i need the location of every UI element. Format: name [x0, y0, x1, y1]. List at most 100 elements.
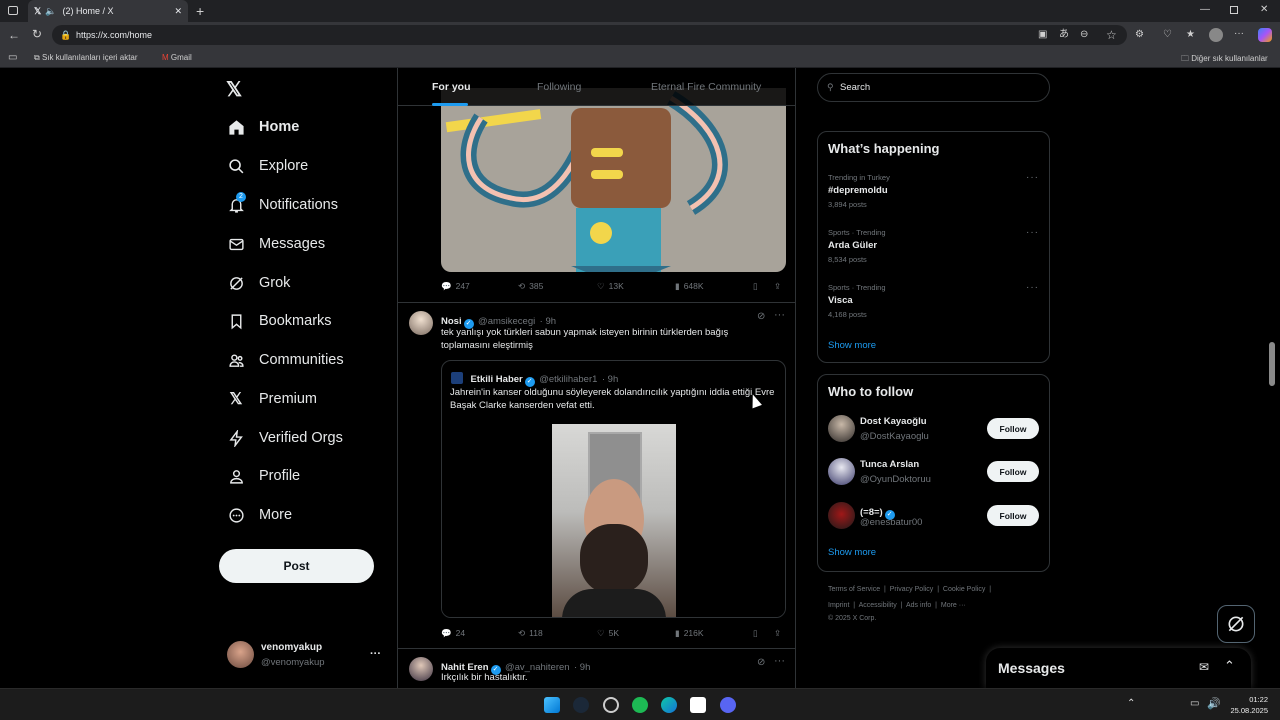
sidebar-item-messages[interactable]: Messages	[227, 232, 325, 256]
more-link[interactable]: More ···	[941, 602, 966, 609]
privacy-link[interactable]: Privacy Policy	[890, 586, 934, 593]
bookmark-button[interactable]: ▯	[753, 281, 758, 292]
close-tab-icon[interactable]: ✕	[174, 6, 182, 17]
new-tab-icon[interactable]: +	[196, 4, 204, 18]
sidebar-item-home[interactable]: Home	[227, 115, 299, 139]
sidebar-item-grok[interactable]: Grok	[227, 271, 290, 295]
trend-item[interactable]: #depremoldu	[828, 185, 888, 196]
repost-button[interactable]: ⟲ 385	[518, 281, 543, 292]
spotify-icon[interactable]	[632, 697, 648, 713]
chrome-icon[interactable]	[603, 697, 619, 713]
settings-more-icon[interactable]: ···	[1234, 29, 1244, 39]
discord-icon[interactable]	[720, 697, 736, 713]
audio-icon[interactable]: 🔈	[45, 6, 56, 17]
suggested-name[interactable]: Dost Kayaoğlu	[860, 416, 927, 427]
reply-button[interactable]: 💬 247	[441, 281, 470, 292]
translate-icon[interactable]: あ	[1059, 30, 1069, 40]
trend-more-icon[interactable]: ···	[1026, 282, 1039, 293]
post-media-cartoon[interactable]	[441, 88, 786, 272]
quote-tweet[interactable]: Etkili Haber ✓ @etkilihaber1 · 9h Jahrein…	[441, 360, 786, 618]
ads-info-link[interactable]: Ads info	[906, 602, 931, 609]
search-input[interactable]: ⚲ Search	[817, 73, 1050, 102]
trend-more-icon[interactable]: ···	[1026, 227, 1039, 238]
sidebar-item-explore[interactable]: Explore	[227, 154, 308, 178]
repost-button[interactable]: ⟲ 118	[518, 628, 543, 639]
new-message-icon[interactable]: ✉	[1199, 660, 1209, 674]
account-switcher[interactable]: venomyakup @venomyakup ···	[227, 640, 387, 670]
bookmark-import[interactable]: ⧉ Sık kullanılanları içeri aktar	[34, 53, 138, 63]
follow-button[interactable]: Follow	[987, 461, 1039, 482]
show-more-trends[interactable]: Show more	[828, 340, 876, 351]
trend-item[interactable]: Visca	[828, 295, 853, 306]
back-icon[interactable]: ←	[8, 29, 20, 41]
tab-eternal-fire-community[interactable]: Eternal Fire Community	[651, 81, 761, 93]
suggested-name[interactable]: Tunca Arslan	[860, 459, 919, 470]
close-window-icon[interactable]: ✕	[1260, 5, 1268, 15]
avatar[interactable]	[828, 415, 855, 442]
sidebar-item-verified-orgs[interactable]: Verified Orgs	[227, 426, 343, 450]
tab-following[interactable]: Following	[537, 81, 581, 93]
avatar[interactable]	[409, 311, 433, 335]
refresh-icon[interactable]: ↻	[32, 28, 42, 40]
windows-start-icon[interactable]	[544, 697, 560, 713]
avatar[interactable]	[409, 657, 433, 681]
page-scrollbar[interactable]	[1269, 342, 1275, 386]
network-icon[interactable]: ▭	[1190, 698, 1199, 709]
bookmark-button[interactable]: ▯	[753, 628, 758, 639]
accessibility-link[interactable]: Accessibility	[859, 602, 897, 609]
capcut-icon[interactable]	[690, 697, 706, 713]
copilot-icon[interactable]	[1258, 28, 1272, 42]
grok-float-button[interactable]	[1217, 605, 1255, 643]
like-button[interactable]: ♡ 5K	[597, 628, 619, 639]
url-field[interactable]: 🔒 https://x.com/home	[52, 25, 1127, 45]
views-button[interactable]: ▮ 648K	[675, 281, 704, 292]
profile-icon[interactable]	[1209, 28, 1223, 42]
edge-icon[interactable]	[661, 697, 677, 713]
sidebar-item-more[interactable]: More	[227, 503, 292, 527]
tray-chevron-icon[interactable]: ⌃	[1127, 698, 1135, 709]
other-favorites[interactable]: 🗀 Diğer sık kullanılanlar	[1181, 53, 1268, 67]
quote-video[interactable]	[442, 424, 785, 617]
expand-drawer-icon[interactable]: ⌃	[1224, 658, 1235, 674]
post3-time[interactable]: · 9h	[574, 662, 590, 673]
restore-icon[interactable]	[1230, 6, 1238, 14]
favorite-star-icon[interactable]: ☆	[1106, 29, 1117, 41]
follow-button[interactable]: Follow	[987, 418, 1039, 439]
sidebar-toggle-icon[interactable]: ▭	[8, 53, 17, 63]
trend-item[interactable]: Arda Güler	[828, 240, 877, 251]
tab-for-you[interactable]: For you	[432, 81, 471, 93]
clock[interactable]: 01:22 25.08.2025	[1224, 694, 1268, 716]
zoom-icon[interactable]: ⊖	[1080, 30, 1088, 40]
steam-icon[interactable]	[573, 697, 589, 713]
terms-link[interactable]: Terms of Service	[828, 586, 880, 593]
share-button[interactable]: ⇪	[774, 628, 781, 639]
browser-tab[interactable]: 𝕏 🔈 (2) Home / X ✕	[28, 0, 188, 22]
sidebar-item-communities[interactable]: Communities	[227, 348, 344, 372]
imprint-link[interactable]: Imprint	[828, 602, 849, 609]
browser-essentials-icon[interactable]: ♡	[1163, 30, 1172, 40]
post-button[interactable]: Post	[219, 549, 374, 583]
show-more-follow[interactable]: Show more	[828, 547, 876, 558]
volume-icon[interactable]: 🔊	[1207, 697, 1221, 710]
share-button[interactable]: ⇪	[774, 281, 781, 292]
sidebar-item-notifications[interactable]: 2 Notifications	[227, 192, 338, 217]
reply-button[interactable]: 💬 24	[441, 628, 465, 639]
sidebar-item-profile[interactable]: Profile	[227, 464, 300, 488]
follow-button[interactable]: Follow	[987, 505, 1039, 526]
like-button[interactable]: ♡ 13K	[597, 281, 624, 292]
avatar[interactable]	[828, 502, 855, 529]
views-button[interactable]: ▮ 216K	[675, 628, 704, 639]
x-logo-icon[interactable]: 𝕏	[226, 77, 242, 102]
sidebar-item-bookmarks[interactable]: Bookmarks	[227, 309, 332, 333]
tab-actions-icon[interactable]	[8, 6, 18, 15]
grok-icon[interactable]: ⊘	[757, 311, 765, 322]
favorites-icon[interactable]: ★	[1186, 30, 1195, 40]
account-more-icon[interactable]: ···	[370, 648, 381, 660]
grok-icon[interactable]: ⊘	[757, 657, 765, 668]
messages-drawer[interactable]: Messages ✉ ⌃	[986, 648, 1251, 688]
bookmark-gmail[interactable]: M Gmail	[162, 53, 192, 62]
cookie-link[interactable]: Cookie Policy	[943, 586, 985, 593]
split-screen-icon[interactable]: ▣	[1038, 30, 1047, 40]
trend-more-icon[interactable]: ···	[1026, 172, 1039, 183]
minimize-icon[interactable]: —	[1200, 5, 1210, 15]
